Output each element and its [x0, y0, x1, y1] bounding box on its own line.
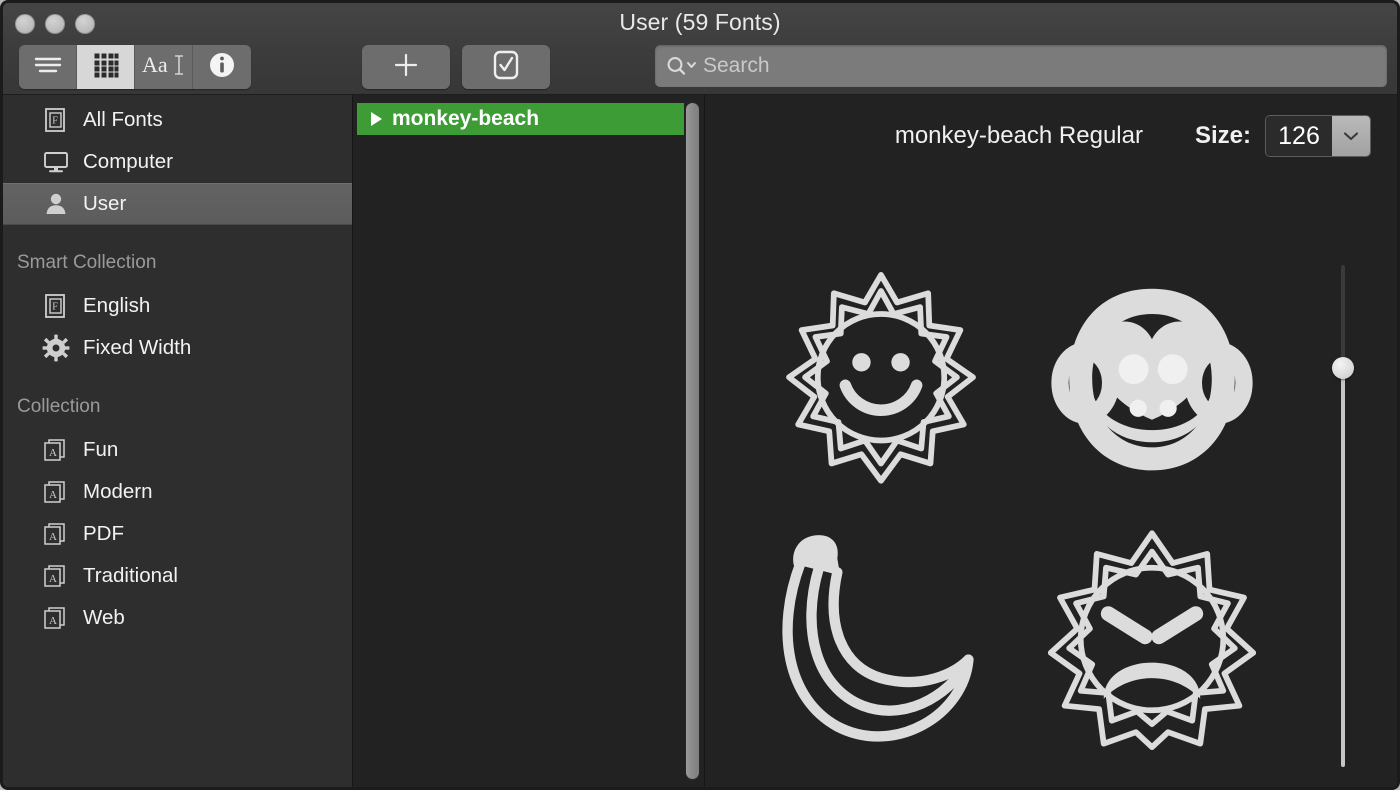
sidebar-item-label: Web	[83, 606, 125, 629]
sidebar-item-user[interactable]: User	[3, 183, 352, 225]
scrollbar-thumb[interactable]	[686, 103, 699, 779]
sidebar-item-label: Fixed Width	[83, 336, 192, 359]
sidebar-item-pdf[interactable]: A PDF	[3, 513, 352, 555]
sidebar-item-label: All Fonts	[83, 108, 163, 131]
sidebar-item-web[interactable]: A Web	[3, 597, 352, 639]
checkbox-checked-icon	[491, 49, 521, 86]
sidebar-item-label: English	[83, 294, 151, 317]
slider-thumb[interactable]	[1332, 357, 1354, 379]
gear-icon	[41, 334, 71, 362]
slider-track-lower	[1341, 377, 1345, 767]
font-book-icon: F	[41, 107, 71, 133]
svg-text:F: F	[52, 116, 58, 127]
grid-icon	[93, 52, 119, 83]
list-icon	[33, 54, 63, 81]
sidebar-item-english[interactable]: F English	[3, 285, 352, 327]
sidebar-item-label: PDF	[83, 522, 124, 545]
font-book-icon: F	[41, 293, 71, 319]
smiling-sun-glyph	[766, 268, 996, 498]
sidebar-item-traditional[interactable]: A Traditional	[3, 555, 352, 597]
info-view-button[interactable]	[193, 45, 251, 89]
toolbar: Aa	[3, 45, 1397, 91]
sidebar-item-computer[interactable]: Computer	[3, 141, 352, 183]
sidebar-item-fun[interactable]: A Fun	[3, 429, 352, 471]
sidebar-item-all-fonts[interactable]: F All Fonts	[3, 99, 352, 141]
angry-sun-glyph	[1037, 524, 1267, 754]
search-bar[interactable]	[655, 45, 1387, 87]
aa-text-icon: Aa	[142, 52, 186, 83]
font-preview-pane: monkey-beach Regular Size: 126	[705, 95, 1397, 787]
sidebar-item-fixed-width[interactable]: Fixed Width	[3, 327, 352, 369]
grid-view-button[interactable]	[77, 45, 135, 89]
preview-font-name: monkey-beach Regular	[894, 122, 1143, 149]
window-body: F All Fonts Computer User Smart Collecti…	[3, 95, 1397, 787]
user-person-icon	[41, 191, 71, 217]
font-list-row-monkey-beach[interactable]: monkey-beach	[357, 103, 684, 135]
svg-text:A: A	[49, 573, 57, 585]
disclosure-triangle-right-icon[interactable]	[371, 112, 382, 126]
sidebar-group-header-smart-collection: Smart Collection	[17, 252, 157, 273]
svg-text:A: A	[49, 447, 57, 459]
sidebar-item-label: Fun	[83, 438, 119, 461]
sidebar-item-modern[interactable]: A Modern	[3, 471, 352, 513]
svg-text:Aa: Aa	[142, 52, 168, 77]
svg-text:A: A	[49, 531, 57, 543]
validate-font-button[interactable]	[462, 45, 550, 89]
sidebar-item-label: User	[83, 192, 127, 215]
svg-text:A: A	[49, 615, 57, 627]
sidebar-item-label: Computer	[83, 150, 174, 173]
size-slider[interactable]	[1332, 265, 1354, 767]
font-stack-icon: A	[41, 522, 71, 546]
banana-glyph	[766, 524, 996, 754]
sidebar: F All Fonts Computer User Smart Collecti…	[3, 95, 353, 787]
search-magnifier-icon[interactable]	[665, 54, 697, 78]
view-mode-segmented-control[interactable]: Aa	[19, 45, 251, 89]
title-bar: User (59 Fonts) Aa Search	[3, 3, 1397, 95]
font-book-window: User (59 Fonts) Aa Search F All Fonts Co…	[0, 0, 1400, 790]
sidebar-group-header-collection: Collection	[17, 396, 101, 417]
font-stack-icon: A	[41, 606, 71, 630]
plus-icon	[391, 50, 421, 85]
font-stack-icon: A	[41, 438, 71, 462]
font-list-column: monkey-beach	[353, 95, 705, 787]
monkey-face-glyph	[1037, 268, 1267, 498]
size-stepper[interactable]: 126	[1265, 115, 1371, 157]
sidebar-item-label: Traditional	[83, 564, 178, 587]
sidebar-item-label: Modern	[83, 480, 153, 503]
preview-header: monkey-beach Regular Size: 126	[895, 115, 1371, 157]
sample-view-button[interactable]: Aa	[135, 45, 193, 89]
svg-text:A: A	[49, 489, 57, 501]
size-value[interactable]: 126	[1266, 116, 1332, 156]
font-list-scrollbar[interactable]	[685, 101, 700, 781]
search-input[interactable]	[699, 54, 1387, 78]
size-label: Size:	[1194, 122, 1251, 149]
window-title: User (59 Fonts)	[619, 9, 781, 35]
svg-text:F: F	[52, 302, 58, 313]
font-stack-icon: A	[41, 480, 71, 504]
list-view-button[interactable]	[19, 45, 77, 89]
computer-display-icon	[41, 149, 71, 175]
chevron-down-icon[interactable]	[1332, 116, 1370, 156]
glyph-preview-grid	[745, 255, 1287, 767]
info-circle-icon	[208, 51, 236, 84]
font-stack-icon: A	[41, 564, 71, 588]
add-font-button[interactable]	[362, 45, 450, 89]
font-family-label: monkey-beach	[392, 107, 540, 130]
